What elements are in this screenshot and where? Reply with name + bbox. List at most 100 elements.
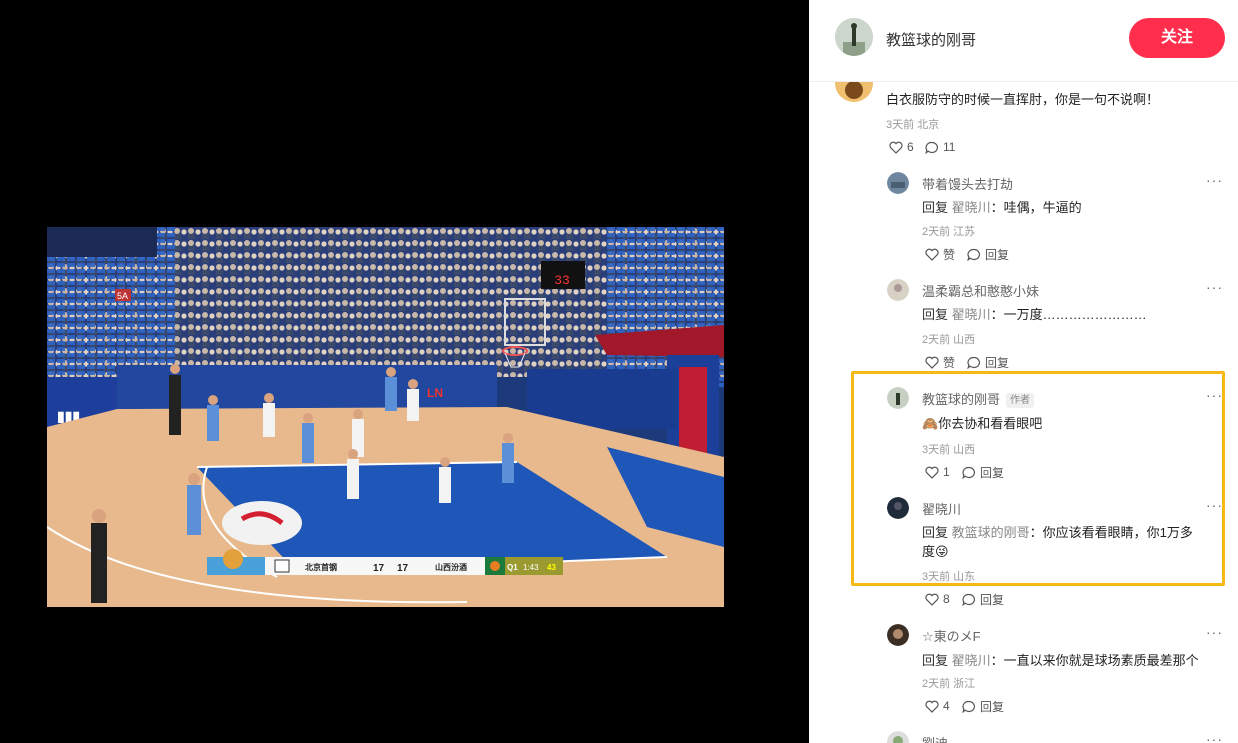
reply-action-label: 回复 <box>985 247 1010 262</box>
reply-meta: 3天前 山西 <box>922 444 976 456</box>
home-score: 17 <box>373 563 385 574</box>
reply-username[interactable]: ☆東のメF <box>922 626 981 645</box>
reply-meta: 2天前 浙江 <box>922 678 976 690</box>
away-score: 17 <box>397 563 409 574</box>
comment-panel[interactable]: 白衣服防守的时候一直挥肘，你是一句不说啊！ 3天前 北京 6 11 带着馒头去打… <box>809 0 1238 743</box>
comment-icon <box>967 356 980 369</box>
comment-icon <box>962 466 975 479</box>
comment-meta: 3天前 北京 <box>886 119 940 131</box>
reply-username-text: 教篮球的刚哥 <box>922 392 1001 407</box>
heart-icon <box>925 700 939 713</box>
game-clock: 1:43 <box>523 563 539 572</box>
zone-sign-label: 5A <box>117 291 128 301</box>
reply-button[interactable]: 回复 <box>962 591 1004 607</box>
period: Q1 <box>507 563 518 572</box>
reply-text: 回复 翟晓川：一万度…………………… <box>922 304 1147 323</box>
reply-action-label: 回复 <box>985 355 1010 370</box>
reply-text-continued: 度😜 <box>922 541 949 560</box>
comment-icon <box>925 141 938 154</box>
reply-button[interactable]: 回复 <box>962 698 1004 714</box>
reply-body: ：一万度…………………… <box>990 307 1147 322</box>
more-options-button[interactable]: ··· <box>1206 497 1223 513</box>
home-team: 北京首钢 <box>305 562 337 572</box>
reply-count-button[interactable]: 11 <box>925 139 955 155</box>
reply-avatar[interactable] <box>887 172 909 194</box>
more-options-button[interactable]: ··· <box>1206 387 1223 403</box>
heart-icon <box>889 141 903 154</box>
reply-button[interactable]: 回复 <box>962 464 1004 480</box>
comment-icon <box>962 593 975 606</box>
reply-body: ：你应该看看眼睛，你1万多 <box>1029 525 1193 540</box>
like-button[interactable]: 8 <box>925 591 950 607</box>
reply-label: 回复 <box>922 307 949 322</box>
comment-text: 白衣服防守的时候一直挥肘，你是一句不说啊！ <box>886 92 1160 107</box>
reply-action-label: 回复 <box>980 699 1005 714</box>
reply-username[interactable]: 翟晓川 <box>922 499 961 518</box>
like-count: 4 <box>943 699 950 713</box>
reply-body: ：哇偶，牛逼的 <box>990 200 1082 215</box>
reply-action-label: 回复 <box>980 592 1005 607</box>
like-label: 赞 <box>943 247 956 262</box>
like-count: 6 <box>907 140 914 154</box>
reply-body: 你去协和看看眼吧 <box>938 416 1043 431</box>
more-options-button[interactable]: ··· <box>1206 731 1223 743</box>
reply-username[interactable]: 带着馒头去打劫 <box>922 174 1013 193</box>
panel-header: 教篮球的刚哥 关注 <box>809 0 1238 82</box>
reply-text: 回复 教篮球的刚哥：你应该看看眼睛，你1万多 <box>922 522 1193 541</box>
reply-action-label: 回复 <box>980 465 1005 480</box>
reply-button[interactable]: 回复 <box>967 354 1009 370</box>
monkey-emoji: 🙈 <box>922 416 939 431</box>
svg-text:LN: LN <box>427 386 443 400</box>
reply-meta: 3天前 山东 <box>922 571 976 583</box>
reply-avatar[interactable] <box>887 624 909 646</box>
more-options-button[interactable]: ··· <box>1206 279 1223 295</box>
heart-icon <box>925 356 939 369</box>
reply-meta: 2天前 山西 <box>922 334 976 346</box>
reply-username[interactable]: 温柔霸总和憨憨小妹 <box>922 281 1039 300</box>
reply-body-end: 度 <box>922 544 936 559</box>
author-avatar[interactable] <box>835 18 873 56</box>
video-player[interactable]: 5A 33 ▮▮▮ LN 北京首钢 17 17 山西汾酒 Q1 1:43 43 <box>0 0 809 743</box>
reply-mention[interactable]: 翟晓川 <box>952 200 991 215</box>
arena-shot-clock-value: 33 <box>554 273 570 288</box>
reply-username[interactable]: 劉迪 <box>922 733 948 743</box>
like-button[interactable]: 6 <box>889 139 914 155</box>
like-button[interactable]: 4 <box>925 698 950 714</box>
like-button[interactable]: 1 <box>925 464 950 480</box>
reply-avatar[interactable] <box>887 731 909 743</box>
reply-count: 11 <box>943 140 956 154</box>
away-team: 山西汾酒 <box>435 562 467 572</box>
reply-username[interactable]: 教篮球的刚哥 作者 <box>922 389 1035 408</box>
heart-icon <box>925 466 939 479</box>
like-button[interactable]: 赞 <box>925 246 955 262</box>
reply-avatar[interactable] <box>887 387 909 409</box>
reply-mention[interactable]: 翟晓川 <box>952 307 991 322</box>
reply-text: 回复 翟晓川：哇偶，牛逼的 <box>922 197 1082 216</box>
wink-emoji: 😜 <box>935 544 949 559</box>
reply-meta: 2天前 江苏 <box>922 226 976 238</box>
reply-body: ：一直以来你就是球场素质最差那个 <box>990 653 1199 668</box>
comment-icon <box>962 700 975 713</box>
comment-icon <box>967 248 980 261</box>
reply-avatar[interactable] <box>887 497 909 519</box>
follow-button[interactable]: 关注 <box>1129 18 1225 58</box>
like-label: 赞 <box>943 355 956 370</box>
more-options-button[interactable]: ··· <box>1206 624 1223 640</box>
more-options-button[interactable]: ··· <box>1206 172 1223 188</box>
reply-mention[interactable]: 教篮球的刚哥 <box>952 525 1030 540</box>
reply-mention[interactable]: 翟晓川 <box>952 653 991 668</box>
author-name[interactable]: 教篮球的刚哥 <box>886 29 976 50</box>
like-count: 8 <box>943 592 950 606</box>
video-frame[interactable]: 5A 33 ▮▮▮ LN 北京首钢 17 17 山西汾酒 Q1 1:43 43 <box>47 227 724 607</box>
reply-avatar[interactable] <box>887 279 909 301</box>
heart-icon <box>925 593 939 606</box>
reply-label: 回复 <box>922 653 949 668</box>
reply-text: 回复 翟晓川：一直以来你就是球场素质最差那个 <box>922 650 1199 669</box>
reply-label: 回复 <box>922 525 949 540</box>
basketball-court-scene: 5A 33 ▮▮▮ LN 北京首钢 17 17 山西汾酒 Q1 1:43 43 <box>47 227 724 607</box>
reply-button[interactable]: 回复 <box>967 246 1009 262</box>
author-badge: 作者 <box>1006 393 1035 408</box>
reply-label: 回复 <box>922 200 949 215</box>
shot-clock: 43 <box>547 563 556 572</box>
like-button[interactable]: 赞 <box>925 354 955 370</box>
